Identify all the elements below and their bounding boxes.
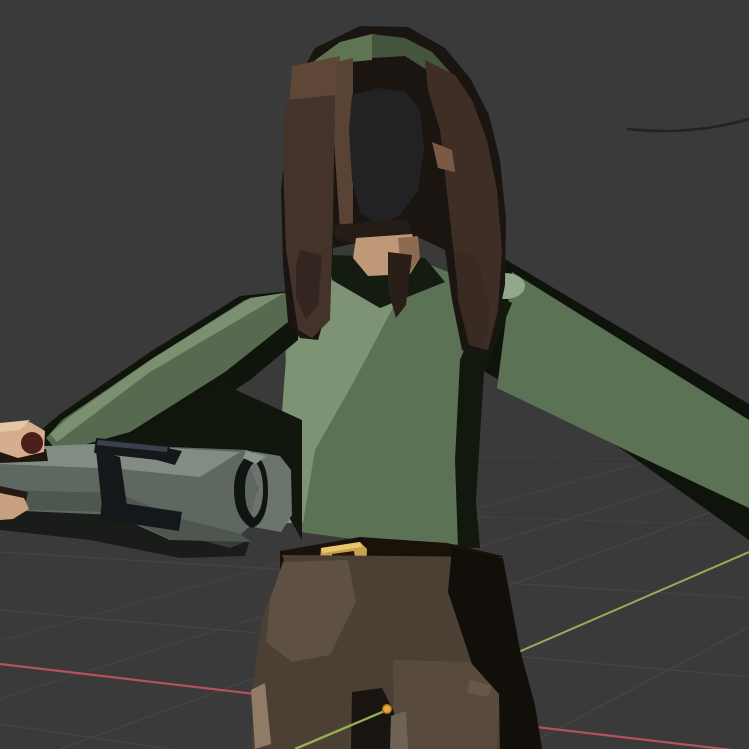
- thumb-nail-dark: [21, 432, 43, 454]
- viewport-3d[interactable]: [0, 0, 749, 749]
- viewport-canvas[interactable]: [0, 0, 749, 749]
- pants: [251, 548, 542, 749]
- origin-dot[interactable]: [383, 705, 392, 714]
- crotch-gray-wedge: [390, 711, 408, 749]
